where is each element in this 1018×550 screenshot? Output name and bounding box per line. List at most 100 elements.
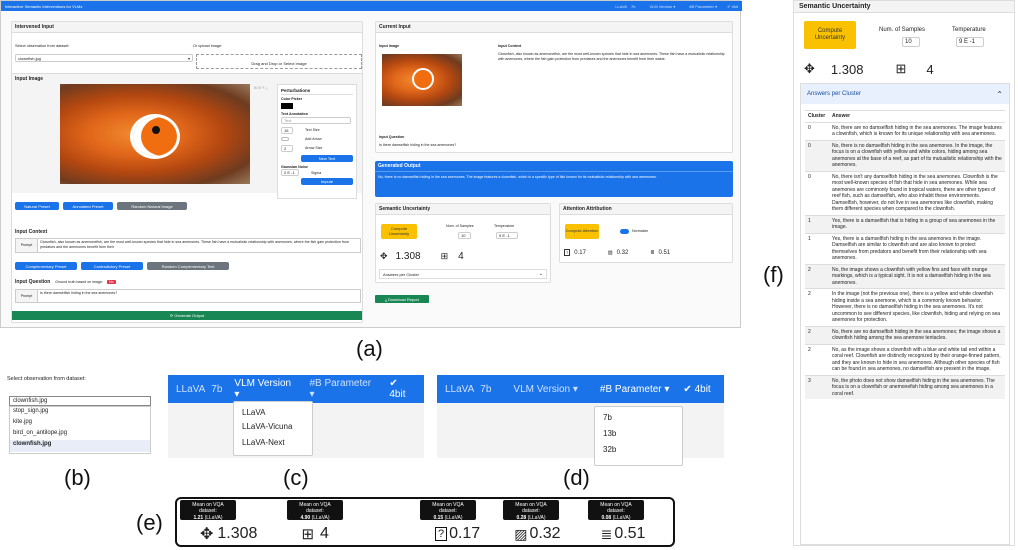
clusters-icon: ⊞ bbox=[440, 251, 449, 261]
b-param-option[interactable]: 32b bbox=[603, 445, 674, 461]
panel-d-nav-size[interactable]: 7b bbox=[480, 384, 491, 395]
tooltip-model: (LLaVA) bbox=[444, 514, 463, 521]
panel-e-metrics: ✥ 1.308 ⊞ 4 ? 0.17 ▨ 0.32 ≣ 0.51 bbox=[200, 522, 670, 546]
compute-attention-button[interactable]: Compute Attention bbox=[565, 224, 599, 239]
panel-b-option[interactable]: kite.jpg bbox=[10, 418, 150, 429]
generate-output-button[interactable]: ⟳ Generate Output bbox=[12, 311, 362, 320]
b-param-option[interactable]: 13b bbox=[603, 429, 674, 445]
answer-cell: No, there isn't any damselfish hiding in… bbox=[829, 170, 1005, 215]
image-toolbar-icons[interactable]: ⊞ ⊟ ✎ ⤓ bbox=[254, 86, 268, 91]
answer-cell: No, there is no damselfish hiding in the… bbox=[829, 139, 1005, 171]
table-row: 2 No, the image shows a clownfish with ye… bbox=[805, 263, 1005, 289]
panel-f-num-samples-stepper[interactable]: 10 bbox=[902, 37, 920, 47]
tooltip-value: 0.28 bbox=[516, 514, 527, 521]
panel-f-answers-header[interactable]: Answers per Cluster ⌃ bbox=[801, 84, 1009, 104]
panel-b-option-selected[interactable]: clownfish.jpg bbox=[10, 440, 150, 452]
perturbations-title: Perturbations bbox=[281, 88, 353, 96]
vlm-option[interactable]: LLaVA bbox=[242, 406, 304, 422]
panel-c-nav-vlm-version[interactable]: VLM Version ▾ bbox=[234, 378, 297, 400]
tooltip-title: Mean on VQA dataset: bbox=[600, 502, 632, 515]
panel-c-nav-b-parameter[interactable]: #B Parameter ▾ bbox=[309, 378, 377, 400]
panel-d-nav-b-parameter[interactable]: #B Parameter ▾ bbox=[600, 384, 670, 395]
random-complementary-text-button[interactable]: Random Complementary Text bbox=[147, 262, 229, 270]
dropzone-text: Drag and Drop or Select Image bbox=[251, 61, 307, 66]
table-row: 1 Yes, there is a damselfish hiding in th… bbox=[805, 232, 1005, 264]
table-row: 0 No, there isn't any damselfish hiding i… bbox=[805, 170, 1005, 215]
table-row: 3 No, the photo does not show damselfish … bbox=[805, 374, 1005, 399]
impute-button[interactable]: Impute bbox=[301, 178, 353, 186]
cluster-cell: 1 bbox=[805, 214, 829, 233]
color-picker-swatch[interactable] bbox=[281, 102, 293, 109]
new-text-button[interactable]: New Text bbox=[301, 154, 353, 162]
top-navbar: Interactive Semantic Interventions for V… bbox=[1, 1, 742, 11]
panel-f-num-samples-value: 10 bbox=[905, 39, 912, 45]
sigma-stepper[interactable]: 2 E -1 bbox=[281, 169, 299, 177]
question-icon: ? bbox=[434, 526, 448, 542]
compute-uncertainty-button[interactable]: Compute Uncertainty bbox=[381, 224, 417, 239]
panel-b-option[interactable]: stop_sign.jpg bbox=[10, 407, 150, 418]
tooltip-model: (LLaVA) bbox=[527, 514, 546, 521]
cluster-cell: 0 bbox=[805, 139, 829, 171]
panel-c-nav-4bit[interactable]: ✔ 4bit bbox=[389, 378, 416, 400]
panel-c-nav-size[interactable]: 7b bbox=[211, 384, 222, 395]
panel-d-nav-4bit[interactable]: ✔ 4bit bbox=[683, 384, 710, 395]
answer-cell: In the image (not the previous one), the… bbox=[829, 288, 1005, 326]
natural-preset-button[interactable]: Natural Preset bbox=[15, 202, 59, 210]
nav-vlm-version[interactable]: VLM Version ▾ bbox=[649, 4, 675, 9]
cluster-cell: 0 bbox=[805, 121, 829, 140]
num-samples-label: Num. of Samples bbox=[446, 224, 474, 228]
num-samples-stepper[interactable]: 10 bbox=[458, 232, 471, 239]
add-arrow-toggle[interactable] bbox=[281, 137, 289, 142]
observation-select[interactable]: clownfish.jpg ▾ bbox=[15, 54, 193, 62]
input-question-title: Input Question bbox=[15, 279, 51, 285]
text-annotation-input[interactable]: Text bbox=[281, 116, 351, 124]
col-cluster: Cluster bbox=[805, 110, 829, 122]
answer-cell: Yes, there is a damselfish that is hidin… bbox=[829, 214, 1005, 233]
question-textarea[interactable]: Is there damselfish hiding in the sea an… bbox=[38, 290, 360, 302]
input-context-title: Input Context bbox=[15, 229, 48, 235]
vlm-option[interactable]: LLaVA-Vicuna bbox=[242, 422, 304, 438]
complementary-preset-button[interactable]: Complementary Preset bbox=[15, 262, 77, 270]
panel-b-option[interactable]: bird_on_antilope.jpg bbox=[10, 429, 150, 440]
input-image bbox=[60, 84, 250, 184]
move-arrows-icon: ✥ bbox=[804, 61, 815, 76]
chevron-down-icon: ▾ bbox=[187, 55, 190, 61]
nav-size[interactable]: 7b bbox=[631, 4, 635, 9]
download-report-button[interactable]: ⤓ Download Report bbox=[375, 295, 429, 303]
panel-b-select[interactable]: clownfish.jpg bbox=[9, 396, 151, 406]
b-param-option[interactable]: 7b bbox=[603, 413, 674, 429]
tooltip-image: Mean on VQA dataset: 0.28 (LLaVA) bbox=[503, 500, 559, 521]
contradictory-preset-button[interactable]: Contradictory Preset bbox=[81, 262, 143, 270]
image-dropzone[interactable]: Drag and Drop or Select Image bbox=[196, 54, 362, 69]
arrow-size-stepper[interactable]: 2 bbox=[281, 144, 293, 152]
table-row: 2 In the image (not the previous one), th… bbox=[805, 288, 1005, 326]
text-annotation-placeholder: Text bbox=[284, 117, 292, 123]
tooltip-title: Mean on VQA dataset: bbox=[515, 502, 547, 515]
answers-per-cluster-label: Answers per Cluster bbox=[383, 271, 420, 277]
nav-4bit-toggle[interactable]: ✔ 4bit bbox=[727, 4, 738, 9]
text-size-stepper[interactable]: 16 bbox=[281, 126, 293, 134]
vlm-option[interactable]: LLaVA-Next bbox=[242, 438, 304, 452]
generated-output-header: Generated Output bbox=[375, 161, 733, 172]
annotated-preset-button[interactable]: Annotated Preset bbox=[63, 202, 113, 210]
random-natural-image-button[interactable]: Random Natural Image bbox=[117, 202, 187, 210]
figure-label-e: (e) bbox=[136, 510, 163, 535]
panel-d-nav-vlm-version[interactable]: VLM Version ▾ bbox=[513, 384, 578, 395]
move-arrows-icon: ✥ bbox=[380, 251, 388, 261]
normalize-toggle[interactable] bbox=[620, 229, 629, 234]
ground-truth-badge[interactable]: No bbox=[107, 280, 116, 284]
nav-model[interactable]: LLaVA bbox=[615, 4, 627, 9]
panel-f-compute-button[interactable]: Compute Uncertainty bbox=[804, 21, 856, 49]
answers-per-cluster-toggle[interactable]: Answers per Cluster ⌄ bbox=[379, 269, 547, 279]
attention-header: Attention Attribution bbox=[560, 204, 732, 215]
panel-d-nav-model[interactable]: LLaVA bbox=[445, 384, 474, 395]
panel-f-temperature-stepper[interactable]: 9 E -1 bbox=[956, 37, 984, 47]
temperature-stepper[interactable]: 9 E -1 bbox=[496, 232, 518, 239]
context-textarea[interactable]: Clownfish, also known as anemonefish, ar… bbox=[38, 239, 360, 252]
answer-cell: Yes, there is a damselfish hiding in the… bbox=[829, 232, 1005, 264]
question-prompt-label: Prompt bbox=[16, 290, 38, 302]
tooltip-title: Mean on VQA dataset: bbox=[299, 502, 331, 515]
temperature-label: Temperature bbox=[494, 224, 515, 228]
panel-c-nav-model[interactable]: LLaVA bbox=[176, 384, 205, 395]
nav-b-parameter[interactable]: #B Parameter ▾ bbox=[689, 4, 717, 9]
